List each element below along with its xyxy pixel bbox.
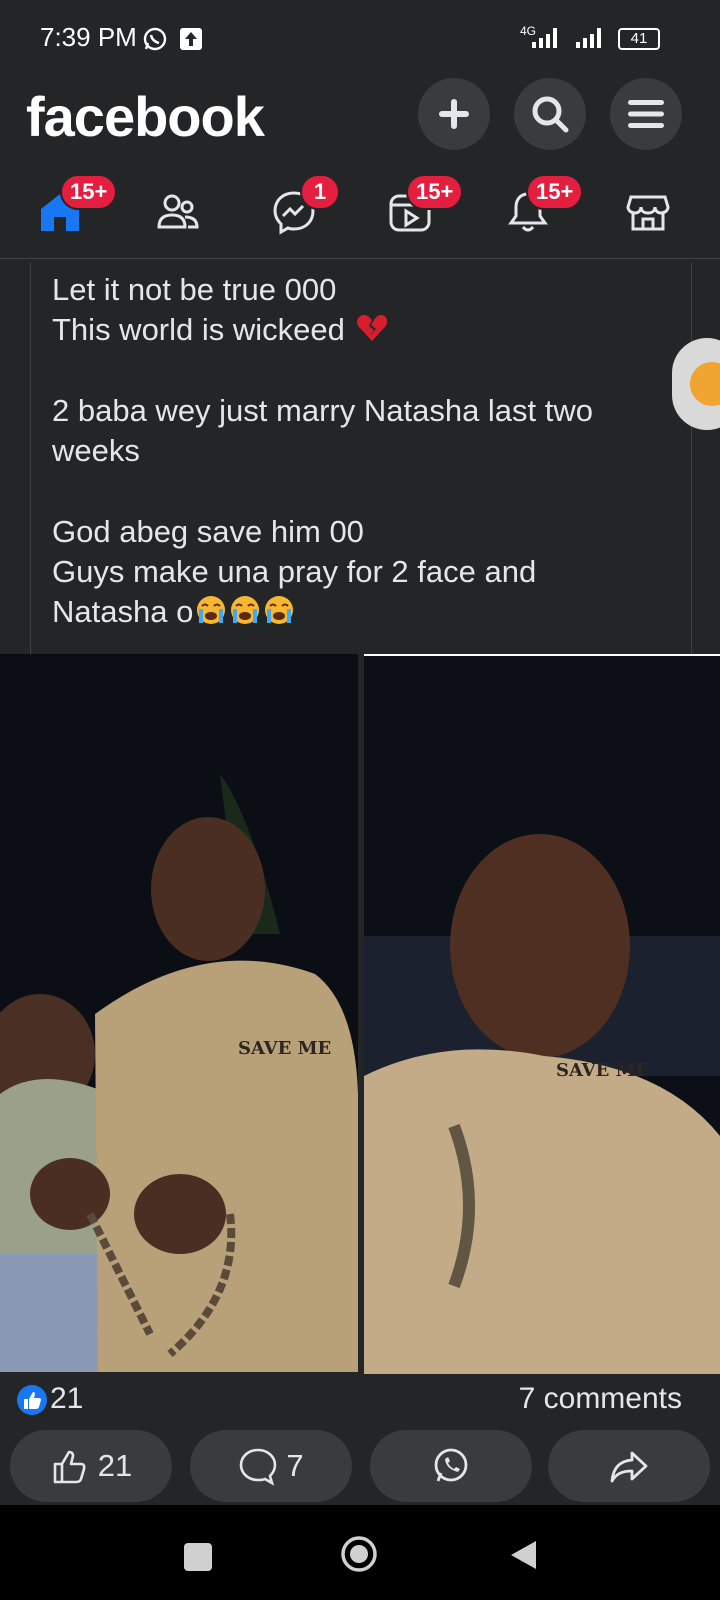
status-time: 7:39 PM [40, 22, 137, 52]
photo-right-illustration: SAVE ME [364, 656, 720, 1374]
search-button[interactable] [514, 78, 586, 150]
tab-notifications[interactable]: 15+ [498, 174, 584, 242]
crying-face-emoji [231, 596, 260, 624]
messenger-badge: 1 [300, 174, 340, 210]
shirt-text-right: SAVE ME [556, 1060, 649, 1081]
photo-left-illustration: SAVE ME [0, 654, 358, 1372]
whatsapp-icon [143, 27, 167, 51]
tab-video[interactable]: 15+ [380, 174, 464, 242]
back-button[interactable] [508, 1539, 538, 1571]
tab-messenger[interactable]: 1 [264, 174, 340, 242]
home-circle-icon [341, 1536, 377, 1572]
tab-friends[interactable] [148, 182, 208, 242]
broken-heart-emoji [356, 315, 387, 341]
post-photo-left[interactable]: SAVE ME [0, 654, 358, 1372]
share-button[interactable] [548, 1430, 710, 1502]
post-photo-right[interactable]: SAVE ME [364, 654, 720, 1374]
battery-icon: 41 [618, 28, 660, 50]
like-reaction-icon[interactable] [16, 1384, 48, 1416]
comments-count[interactable]: 7 comments [519, 1382, 682, 1416]
comment-icon [240, 1448, 277, 1486]
status-bar: 7:39 PM 4G 41 [0, 0, 720, 78]
menu-icon [628, 100, 664, 128]
home-button[interactable] [340, 1535, 378, 1573]
marketplace-icon [626, 195, 670, 231]
floating-bubble[interactable] [672, 338, 720, 430]
back-triangle-icon [511, 1541, 536, 1569]
post-line-8: Guys make una pray for 2 face and [52, 554, 537, 589]
notifications-badge: 15+ [526, 174, 584, 210]
upload-icon [180, 28, 202, 50]
shirt-text-left: SAVE ME [238, 1038, 331, 1059]
video-badge: 15+ [406, 174, 464, 210]
battery-level: 41 [630, 30, 648, 47]
plus-icon [439, 99, 469, 129]
top-nav: 15+ 1 15+ 15+ [0, 166, 720, 259]
home-badge: 15+ [60, 174, 118, 210]
comment-button-count: 7 [286, 1448, 304, 1483]
post-line-1: Let it not be true 000 [52, 272, 337, 307]
post-line-4: 2 baba wey just marry Natasha last two [52, 393, 594, 428]
reaction-count[interactable]: 21 [50, 1382, 83, 1416]
bubble-icon [690, 362, 720, 406]
crying-face-emoji [265, 596, 294, 624]
signal-icon [532, 28, 601, 48]
share-icon [610, 1451, 648, 1483]
recent-apps-button[interactable] [184, 1543, 212, 1571]
facebook-logo[interactable]: facebook [26, 84, 265, 149]
whatsapp-share-button[interactable] [370, 1430, 532, 1502]
post-line-7: God abeg save him 00 [52, 514, 364, 549]
menu-button[interactable] [610, 78, 682, 150]
post-line-9-text: Natasha o [52, 594, 194, 629]
search-icon [532, 96, 569, 133]
system-navigation-bar [0, 1505, 720, 1600]
post-line-9: Natasha o [52, 594, 295, 630]
crying-face-emoji [197, 596, 226, 624]
like-button[interactable]: 21 [10, 1430, 172, 1502]
post-line-2: This world is wickeed [52, 312, 388, 348]
friends-icon [157, 194, 199, 229]
tab-marketplace[interactable] [618, 182, 678, 242]
post-line-5: weeks [52, 433, 140, 468]
tab-home[interactable]: 15+ [30, 174, 118, 242]
thumbs-up-icon [53, 1450, 86, 1484]
comment-button[interactable]: 7 [190, 1430, 352, 1502]
post-line-2-text: This world is wickeed [52, 312, 345, 347]
create-button[interactable] [418, 78, 490, 150]
whatsapp-icon [434, 1448, 468, 1482]
like-button-count: 21 [97, 1448, 133, 1483]
